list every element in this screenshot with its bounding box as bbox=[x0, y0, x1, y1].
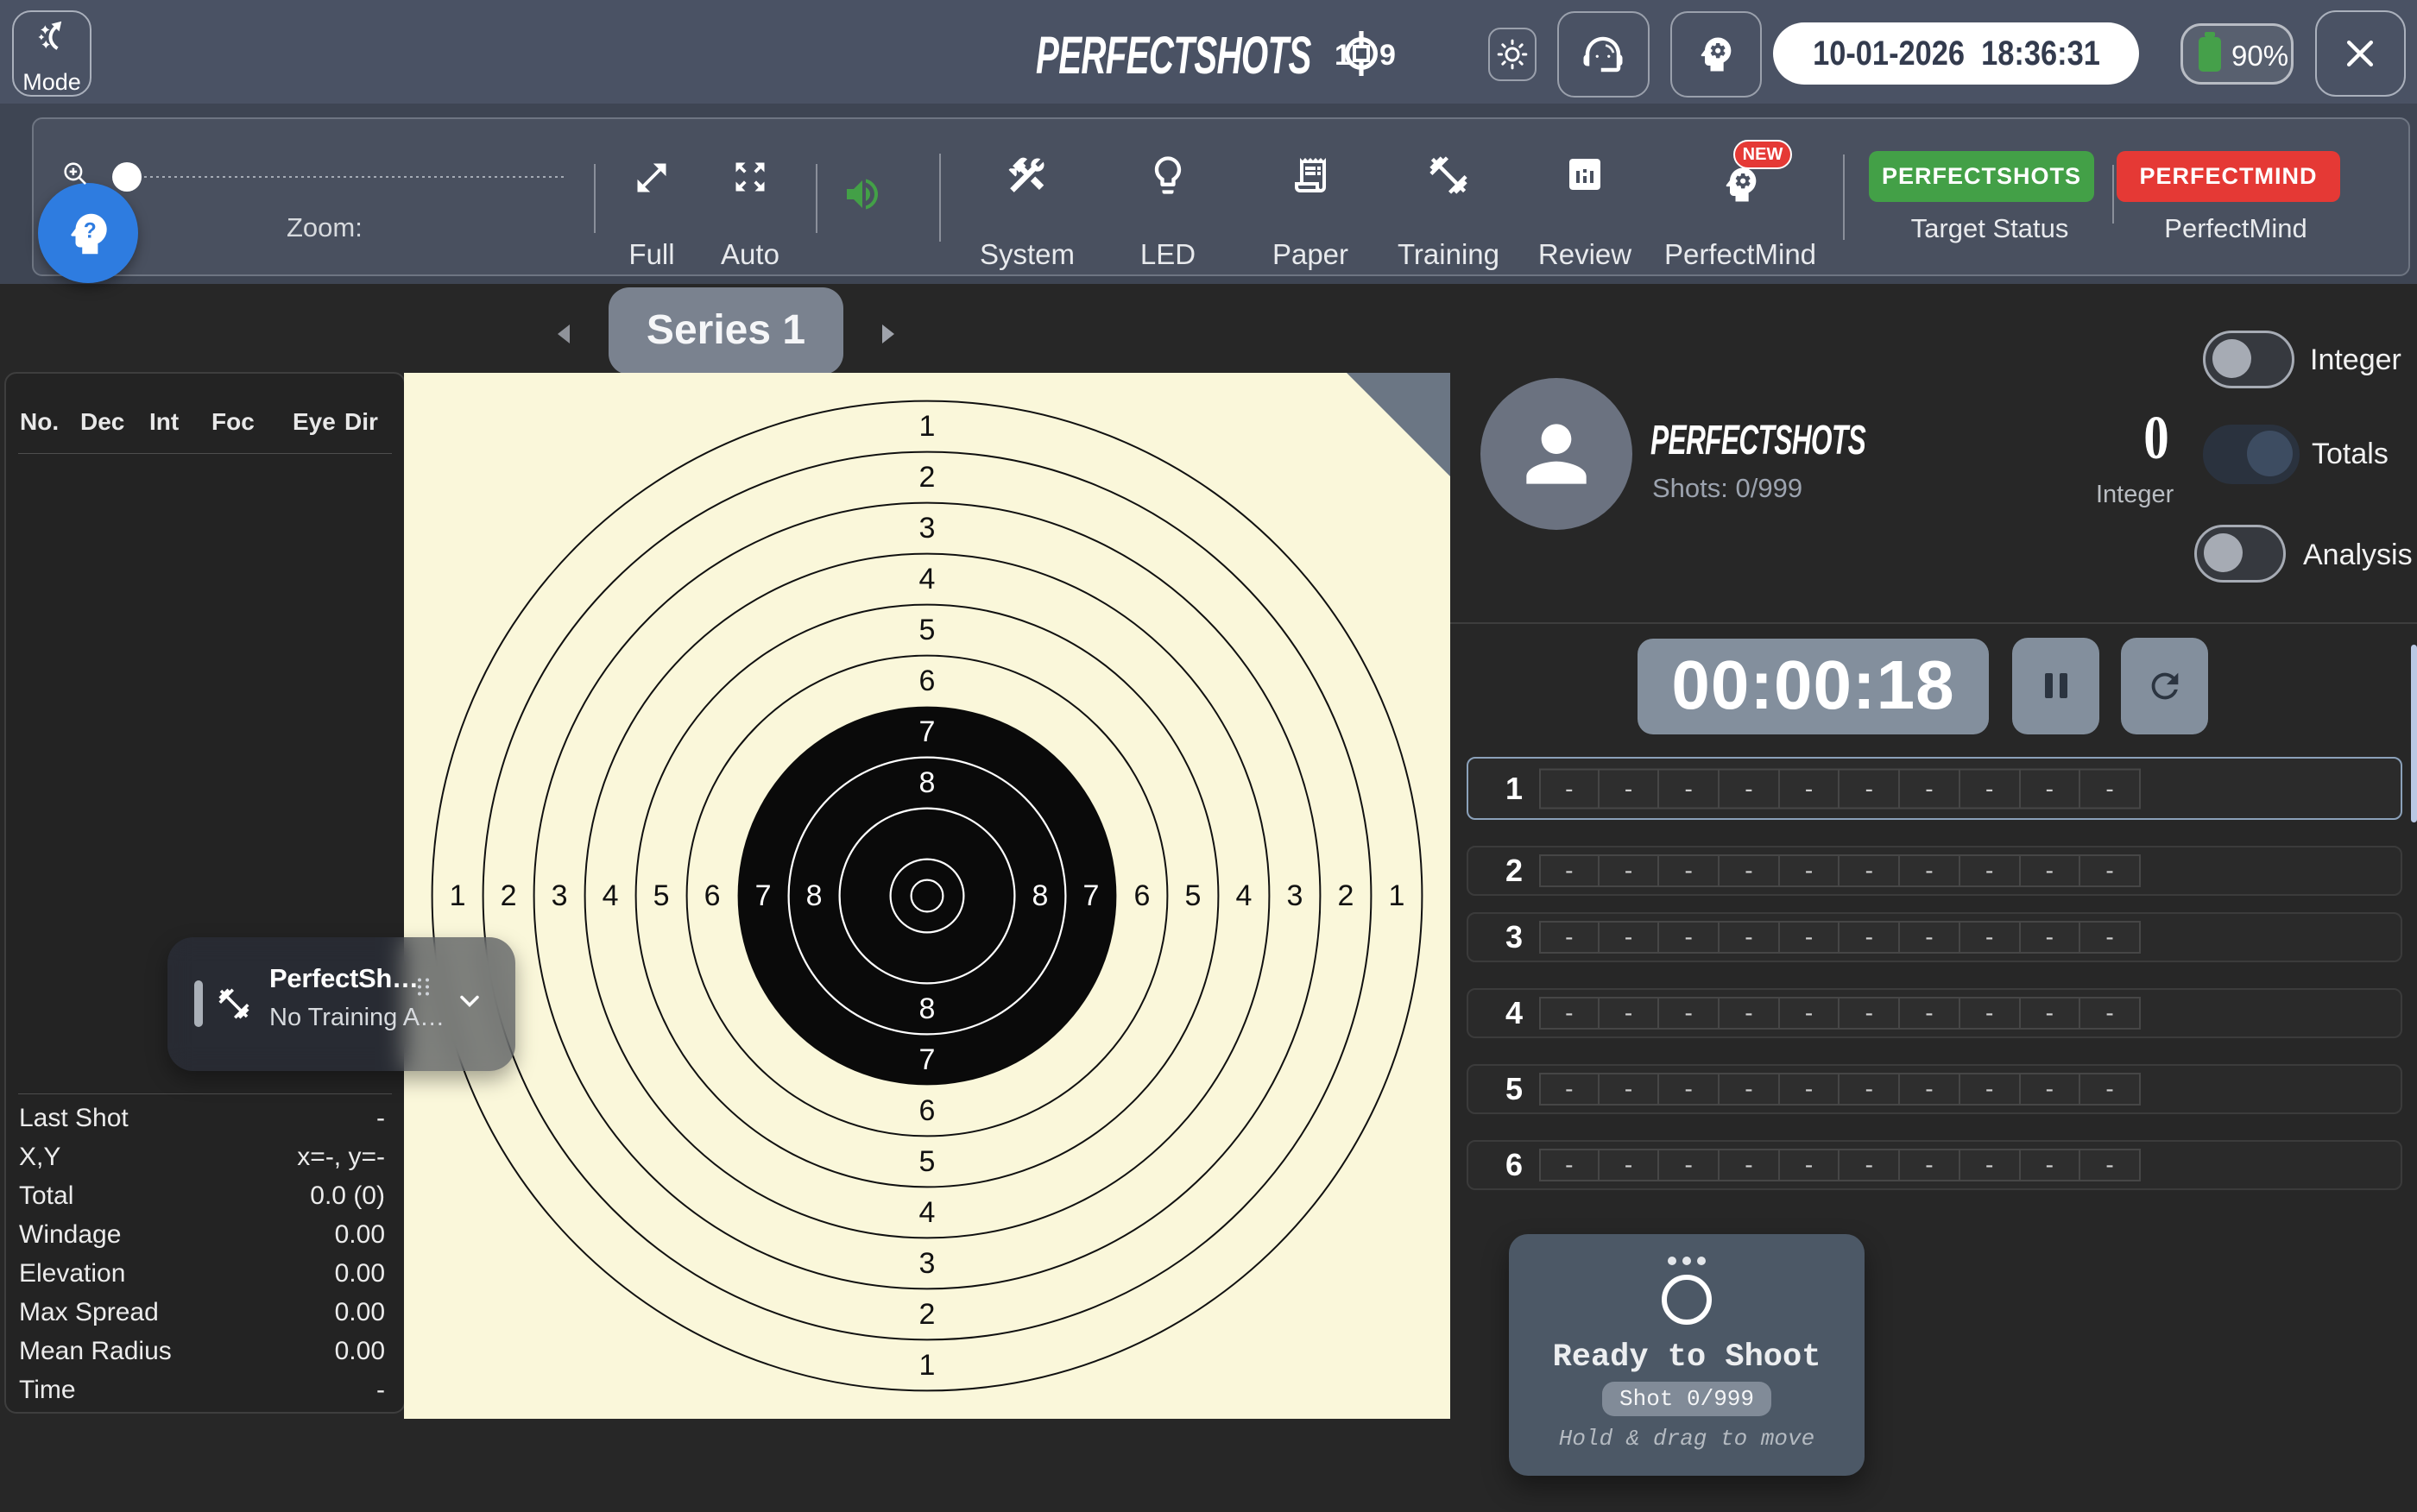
svg-text:6: 6 bbox=[1133, 879, 1150, 912]
svg-text:8: 8 bbox=[1032, 879, 1048, 912]
svg-text:3: 3 bbox=[552, 879, 568, 912]
svg-text:7: 7 bbox=[919, 1043, 936, 1076]
svg-text:1: 1 bbox=[919, 410, 936, 443]
svg-text:6: 6 bbox=[704, 879, 721, 912]
svg-text:6: 6 bbox=[919, 1094, 936, 1127]
svg-text:5: 5 bbox=[919, 614, 936, 646]
svg-text:1: 1 bbox=[450, 879, 466, 912]
svg-text:5: 5 bbox=[653, 879, 670, 912]
svg-text:5: 5 bbox=[919, 1145, 936, 1178]
svg-text:6: 6 bbox=[919, 665, 936, 697]
svg-text:1: 1 bbox=[1388, 879, 1404, 912]
svg-text:4: 4 bbox=[1235, 879, 1252, 912]
svg-text:?: ? bbox=[84, 219, 97, 243]
svg-text:3: 3 bbox=[919, 512, 936, 545]
svg-text:4: 4 bbox=[603, 879, 619, 912]
svg-text:4: 4 bbox=[919, 1196, 936, 1229]
svg-text:2: 2 bbox=[501, 879, 517, 912]
svg-text:3: 3 bbox=[919, 1247, 936, 1280]
svg-text:9: 9 bbox=[1379, 39, 1396, 72]
svg-text:8: 8 bbox=[806, 879, 823, 912]
svg-text:3: 3 bbox=[1286, 879, 1303, 912]
svg-text:2: 2 bbox=[1337, 879, 1354, 912]
svg-text:7: 7 bbox=[755, 879, 772, 912]
svg-text:2: 2 bbox=[919, 461, 936, 494]
svg-text:1: 1 bbox=[919, 1349, 936, 1382]
svg-text:8: 8 bbox=[919, 766, 936, 799]
svg-text:1: 1 bbox=[1335, 39, 1351, 72]
svg-text:8: 8 bbox=[919, 992, 936, 1025]
svg-text:5: 5 bbox=[1184, 879, 1201, 912]
svg-text:7: 7 bbox=[919, 715, 936, 748]
svg-text:7: 7 bbox=[1082, 879, 1099, 912]
svg-text:4: 4 bbox=[919, 563, 936, 595]
svg-text:2: 2 bbox=[919, 1298, 936, 1331]
